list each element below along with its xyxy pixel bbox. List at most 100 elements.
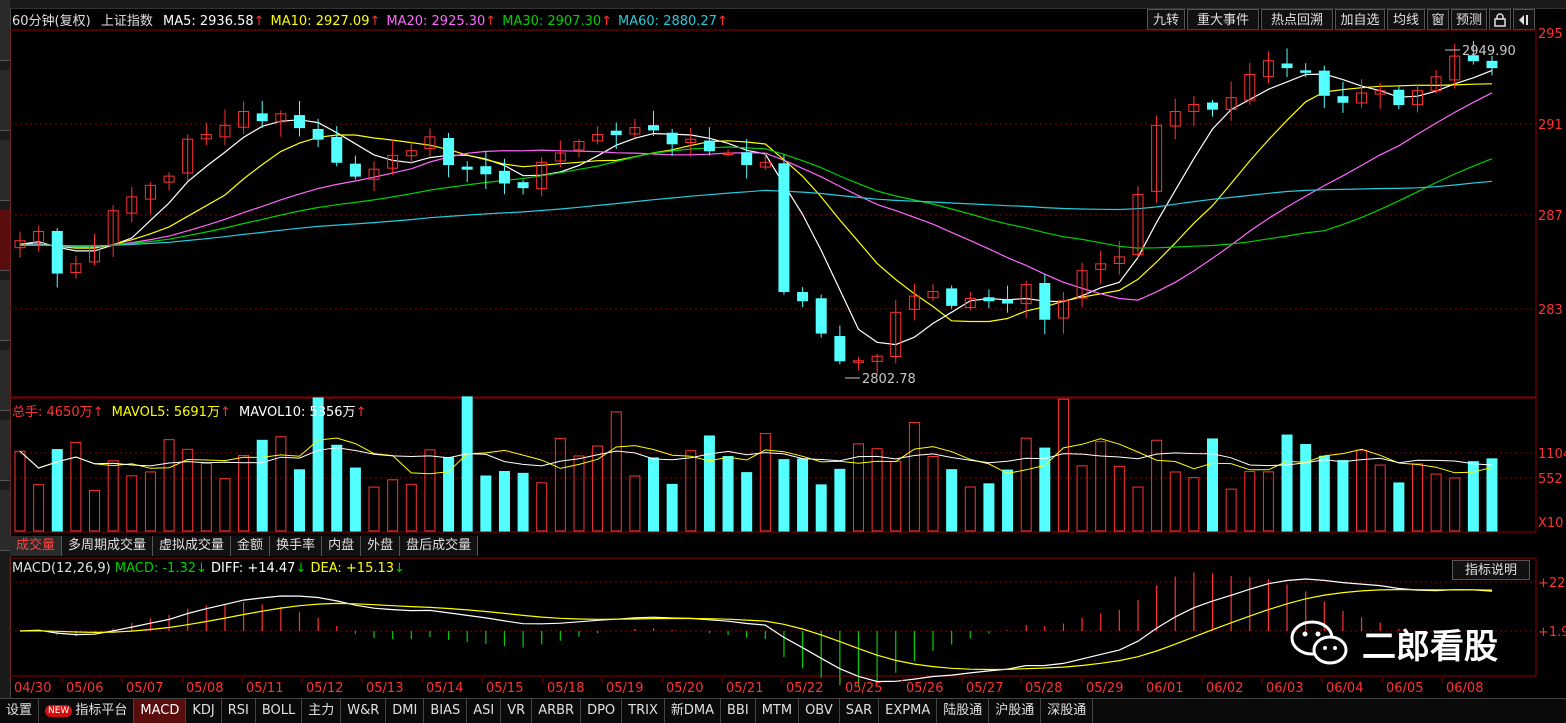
chart-canvas: 2949.90 2802.78 295 291 287 283 1104 552… <box>9 27 1566 696</box>
tab-macd[interactable]: MACD <box>134 699 187 723</box>
volume-bar <box>349 467 361 532</box>
volume-bar <box>1207 438 1219 532</box>
candle-body <box>1300 70 1312 73</box>
price-tick: 283 <box>1538 303 1563 318</box>
candle-body <box>666 132 678 145</box>
date-tick: 05/27 <box>966 681 1003 696</box>
price-tick: 287 <box>1538 209 1563 224</box>
candlesticks <box>14 40 1498 375</box>
tab-trix[interactable]: TRIX <box>622 699 665 723</box>
tab-obv[interactable]: OBV <box>799 699 840 723</box>
volume-bar <box>648 457 660 532</box>
date-tick: 05/25 <box>845 681 882 696</box>
tab-rsi[interactable]: RSI <box>222 699 256 723</box>
tab-multi-period-volume[interactable]: 多周期成交量 <box>62 536 154 556</box>
candle-body <box>741 152 753 166</box>
volume-header: 总手: 4650万↑ MAVOL5: 5691万↑ MAVOL10: 5356万… <box>12 405 367 420</box>
tab-kdj[interactable]: KDJ <box>186 699 222 723</box>
tab-arbr[interactable]: ARBR <box>532 699 582 723</box>
svg-text:2802.78: 2802.78 <box>862 372 916 387</box>
candle-body <box>834 336 846 362</box>
tab-vr[interactable]: VR <box>501 699 533 723</box>
indicator-explain-button[interactable]: 指标说明 <box>1452 560 1530 580</box>
tab-asi[interactable]: ASI <box>467 699 502 723</box>
volume-bar <box>815 484 827 532</box>
volume-bar <box>1318 455 1330 532</box>
tab-outer[interactable]: 外盘 <box>361 536 401 556</box>
tab-turnover[interactable]: 换手率 <box>270 536 323 556</box>
mavol5: MAVOL5: 5691万 <box>111 405 220 420</box>
watermark: 二郎看股 <box>1288 618 1498 668</box>
date-tick: 05/22 <box>786 681 823 696</box>
volume-bar <box>703 435 715 532</box>
tab-boll[interactable]: BOLL <box>256 699 303 723</box>
volume-bar <box>517 472 529 532</box>
date-tick: 05/14 <box>426 681 463 696</box>
tab-bias[interactable]: BIAS <box>424 699 468 723</box>
volume-bar <box>1039 447 1051 532</box>
volume-bar <box>1002 469 1014 532</box>
volume-bar <box>1225 488 1237 532</box>
macd-name: MACD(12,26,9) <box>12 561 111 576</box>
ma30-line <box>19 146 1493 249</box>
tab-virtual-volume[interactable]: 虚拟成交量 <box>153 536 232 556</box>
volume-bar <box>1411 463 1423 532</box>
tab-mtm[interactable]: MTM <box>756 699 800 723</box>
volume-bar <box>1169 471 1181 532</box>
tab-dpo[interactable]: DPO <box>581 699 623 723</box>
tab-dmi[interactable]: DMI <box>386 699 425 723</box>
tab-new-dma[interactable]: 新DMA <box>665 699 722 723</box>
volume-bar <box>144 471 156 532</box>
tab-inner[interactable]: 内盘 <box>322 536 362 556</box>
tab-expma[interactable]: EXPMA <box>879 699 938 723</box>
date-tick: 06/08 <box>1446 681 1483 696</box>
tab-sar[interactable]: SAR <box>840 699 880 723</box>
volume-bar <box>107 460 119 532</box>
candle-body <box>1486 60 1498 69</box>
volume-bar <box>238 454 250 532</box>
date-tick: 05/28 <box>1025 681 1062 696</box>
tab-bbi[interactable]: BBI <box>721 699 756 723</box>
candle-body <box>349 163 361 177</box>
tab-northbound[interactable]: 陆股通 <box>937 699 990 723</box>
candle-body <box>498 170 510 184</box>
volume-bar <box>554 437 566 532</box>
watermark-text: 二郎看股 <box>1362 626 1498 667</box>
volume-bar <box>1374 464 1386 532</box>
candle-body <box>1002 299 1014 304</box>
tab-sh-connect[interactable]: 沪股通 <box>989 699 1042 723</box>
price-panel-frame <box>9 29 1537 398</box>
volume-bar <box>1300 444 1312 532</box>
volume-bar <box>946 469 958 532</box>
volume-bar <box>610 411 622 532</box>
tab-after-hours-volume[interactable]: 盘后成交量 <box>400 536 479 556</box>
volume-bar <box>126 475 138 532</box>
candle-body <box>946 288 958 306</box>
indicator-platform-button[interactable]: NEW 指标平台 <box>39 699 135 723</box>
candle-body <box>331 136 343 163</box>
volume-bar <box>927 455 939 532</box>
volume-tick: 1104 <box>1538 447 1566 462</box>
volume-bar <box>778 459 790 532</box>
volume-bar <box>498 471 510 532</box>
volume-bar <box>1337 460 1349 532</box>
candle-body <box>778 163 790 293</box>
date-tick: 05/19 <box>606 681 643 696</box>
tab-sz-connect[interactable]: 深股通 <box>1041 699 1094 723</box>
date-tick: 05/21 <box>726 681 763 696</box>
tab-volume[interactable]: 成交量 <box>10 536 63 556</box>
volume-bar <box>405 483 417 532</box>
mavol10: MAVOL10: 5356万 <box>239 405 356 420</box>
candle-body <box>256 113 268 122</box>
settings-button[interactable]: 设置 <box>0 699 40 723</box>
volume-bar <box>293 469 305 532</box>
volume-tick: X10 <box>1538 516 1563 531</box>
price-tick: 295 <box>1538 27 1563 42</box>
tab-amount[interactable]: 金额 <box>231 536 271 556</box>
date-tick: 05/15 <box>486 681 523 696</box>
tab-main-force[interactable]: 主力 <box>302 699 342 723</box>
candle-body <box>443 138 455 166</box>
volume-bar <box>666 483 678 532</box>
volume-bar <box>685 450 697 532</box>
tab-wr[interactable]: W&R <box>341 699 387 723</box>
